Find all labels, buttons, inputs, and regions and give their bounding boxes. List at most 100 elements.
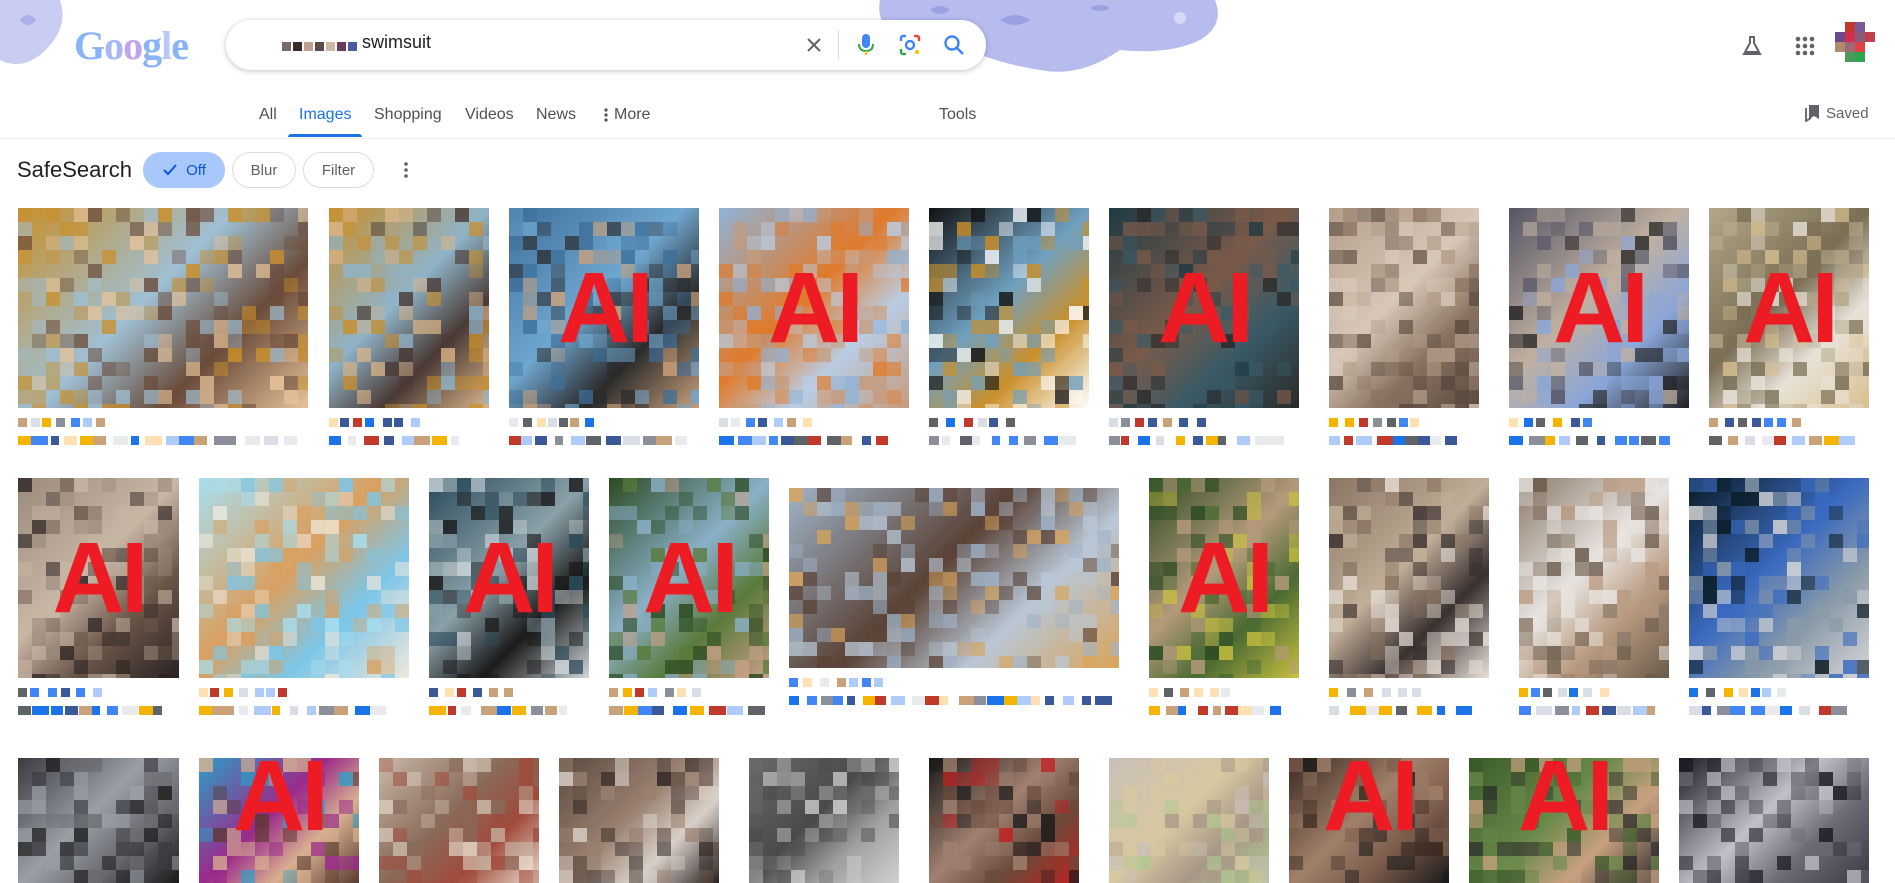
search-icon[interactable] [940,31,968,59]
tab-images[interactable]: Images [299,106,351,124]
tab-shopping[interactable]: Shopping [374,106,442,124]
image-result-meta-redacted[interactable] [1109,418,1299,448]
pixelated-thumbnail [199,758,359,883]
image-result[interactable] [929,208,1089,408]
image-result[interactable]: AI [1509,208,1689,408]
close-icon[interactable] [800,31,828,59]
image-result[interactable]: AI [509,208,699,408]
image-result-meta-redacted[interactable] [18,418,308,448]
image-result-meta-redacted[interactable] [1519,688,1669,718]
saved-label: Saved [1826,104,1869,122]
apps-grid-icon[interactable] [1789,30,1821,62]
pixelated-thumbnail [1329,208,1479,408]
pixelated-thumbnail [929,208,1089,408]
safesearch-label: SafeSearch [17,157,132,182]
image-result-meta-redacted[interactable] [1329,418,1479,448]
image-result-meta-redacted[interactable] [1149,688,1299,718]
pixelated-thumbnail [1469,758,1659,883]
image-result-meta-redacted[interactable] [1709,418,1869,448]
logo-letter: o [123,22,143,68]
search-box: swimsuit [226,20,986,70]
query-redacted-prefix [282,42,357,51]
image-result[interactable]: AI [609,478,769,678]
pixelated-thumbnail [1689,478,1869,678]
image-result[interactable] [749,758,899,883]
image-result-meta-redacted[interactable] [429,688,589,718]
image-result-meta-redacted[interactable] [199,688,409,718]
image-result[interactable] [1329,478,1489,678]
image-result-meta-redacted[interactable] [1329,688,1489,718]
image-result[interactable] [1109,758,1269,883]
image-result[interactable]: AI [1469,758,1659,883]
more-options-icon[interactable] [394,158,418,182]
pixelated-thumbnail [719,208,909,408]
image-result[interactable] [329,208,489,408]
pixelated-thumbnail [379,758,539,883]
image-result[interactable] [1689,478,1869,678]
microphone-icon[interactable] [852,31,880,59]
pixelated-thumbnail [609,478,769,678]
image-result-meta-redacted[interactable] [18,688,179,718]
tab-videos[interactable]: Videos [465,106,514,124]
image-result-meta-redacted[interactable] [929,418,1089,448]
more-vert-icon [604,108,608,122]
tab-news[interactable]: News [536,106,576,124]
google-lens-icon[interactable] [896,31,924,59]
safesearch-blur-chip[interactable]: Blur [232,152,296,188]
bookmark-icon [1805,105,1819,122]
image-result[interactable]: AI [429,478,589,678]
logo-letter: G [74,22,105,68]
image-result-meta-redacted[interactable] [509,418,699,448]
flask-icon[interactable] [1736,30,1768,62]
pixelated-thumbnail [1509,208,1689,408]
pixelated-thumbnail [749,758,899,883]
google-logo[interactable]: Google [74,20,189,70]
search-input[interactable]: swimsuit [362,32,431,53]
image-result[interactable]: AI [1109,208,1299,408]
pixelated-thumbnail [18,208,308,408]
pixelated-thumbnail [509,208,699,408]
pixelated-thumbnail [1109,758,1269,883]
pixelated-thumbnail [1709,208,1869,408]
image-result[interactable]: AI [199,758,359,883]
tab-all[interactable]: All [259,106,277,124]
avatar[interactable] [1835,22,1875,72]
safesearch-off-chip[interactable]: Off [143,152,225,188]
pixelated-thumbnail [1519,478,1669,678]
tab-more[interactable]: More [604,106,650,124]
image-result-meta-redacted[interactable] [1509,418,1689,448]
image-result-meta-redacted[interactable] [719,418,909,448]
pixelated-thumbnail [429,478,589,678]
image-result[interactable]: AI [1289,758,1449,883]
saved-button[interactable]: Saved [1804,104,1869,122]
image-result[interactable] [929,758,1079,883]
image-result[interactable]: AI [719,208,909,408]
logo-letter: e [171,22,189,68]
tab-more-label: More [614,106,651,123]
image-result-meta-redacted[interactable] [609,688,769,718]
image-result[interactable] [18,208,308,408]
image-result[interactable]: AI [1149,478,1299,678]
image-result[interactable] [1679,758,1869,883]
image-result[interactable]: AI [1709,208,1869,408]
search-tabs: All Images Shopping Videos News More Too… [0,96,1895,139]
safesearch-filter-chip[interactable]: Filter [303,152,374,188]
pixelated-thumbnail [1289,758,1449,883]
pixelated-thumbnail [1149,478,1299,678]
image-result[interactable]: AI [18,478,179,678]
image-result[interactable] [1329,208,1479,408]
image-result-meta-redacted[interactable] [789,678,1119,708]
image-result[interactable] [18,758,179,883]
image-result[interactable] [789,488,1119,668]
search-divider [838,30,839,60]
image-result[interactable] [559,758,719,883]
logo-letter: g [142,22,162,68]
image-result[interactable] [379,758,539,883]
image-result[interactable] [1519,478,1669,678]
image-result[interactable] [199,478,409,678]
image-result-meta-redacted[interactable] [329,418,489,448]
pixelated-thumbnail [559,758,719,883]
tools-button[interactable]: Tools [939,106,976,124]
pixelated-thumbnail [929,758,1079,883]
image-result-meta-redacted[interactable] [1689,688,1869,718]
